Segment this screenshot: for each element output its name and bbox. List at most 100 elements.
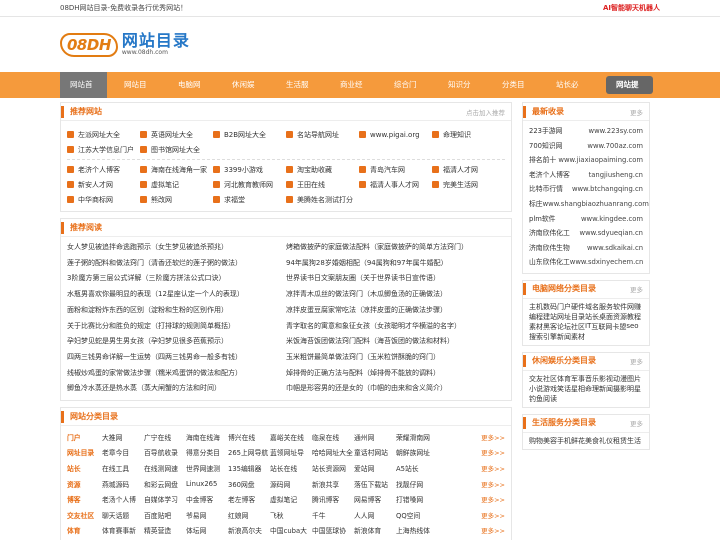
site-link[interactable]: 图书馆网址大全	[140, 142, 213, 157]
category-site-link[interactable]: 百度贴吧	[144, 510, 186, 520]
category-site-link[interactable]: 爱站网	[354, 463, 396, 473]
site-link[interactable]: 王田在线	[286, 177, 359, 192]
more-link[interactable]: 更多>>	[481, 463, 505, 473]
category-link[interactable]: 站长	[585, 312, 599, 322]
article-link[interactable]: 烤箱做披萨的家庭做法配料（家庭做披萨的简单方法窍门）	[286, 243, 468, 251]
category-site-link[interactable]: 新浪共享	[312, 479, 354, 489]
article-link[interactable]: 94年属狗28岁婚姻相配（94属狗和97年属牛婚配）	[286, 259, 448, 267]
category-link[interactable]: 互联网	[591, 322, 612, 332]
category-link[interactable]: 社区	[571, 322, 585, 332]
site-link[interactable]: 江苏大学信息门户	[67, 142, 140, 157]
site-link[interactable]: 熊改网	[140, 192, 213, 207]
article-link[interactable]: 凉拌青木瓜丝的做法窍门（木瓜鲫鱼汤的正确做法）	[286, 290, 447, 298]
nav-item[interactable]: 综合门户	[384, 72, 431, 115]
site-link[interactable]: 淘宝助收藏	[286, 162, 359, 177]
category-site-link[interactable]: 和彩云网盘	[144, 479, 186, 489]
article-link[interactable]: 世界读书日文案朋友圈（关于世界读书日宣传语）	[286, 274, 440, 282]
article-link[interactable]: 米饭海苔饭团做法窍门配料（海苔饭团的做法和材料）	[286, 337, 454, 345]
category-link[interactable]: 论坛	[557, 322, 571, 332]
category-name[interactable]: 网址目录	[67, 447, 102, 457]
category-site-link[interactable]: 中金博客	[186, 494, 228, 504]
category-link[interactable]: 影视	[599, 374, 613, 384]
nav-item[interactable]: 生活服务	[276, 72, 323, 115]
category-site-link[interactable]: 体坛网	[186, 525, 228, 535]
category-link[interactable]: 手机	[557, 436, 571, 446]
article-link[interactable]: 面粉和淀粉炸东西的区别（淀粉和生粉的区别作用）	[67, 306, 228, 314]
nav-item[interactable]: 知识分享	[438, 72, 485, 115]
category-link[interactable]: seo	[626, 322, 638, 332]
category-name[interactable]: 门户	[67, 432, 102, 442]
site-link[interactable]: 左派网址大全	[67, 127, 140, 142]
category-site-link[interactable]: A5站长	[396, 463, 438, 473]
latest-site-item[interactable]: 济南欣伟生物 www.sdkaikai.cn	[529, 241, 643, 256]
category-name[interactable]: 体育	[67, 525, 102, 535]
latest-site-item[interactable]: 比特币行情 www.btchangqing.cn	[529, 182, 643, 197]
category-link[interactable]: 购物	[529, 436, 543, 446]
article-link[interactable]: 巾帼是形容男的还是女的（巾帼的由来和含义简介）	[286, 384, 447, 392]
site-logo[interactable]: 08DH 网站目录 www.08dh.com	[60, 32, 190, 57]
category-link[interactable]: 图片	[627, 374, 641, 384]
category-link[interactable]: 体育	[557, 374, 571, 384]
article-link[interactable]: 线椒炒鸡蛋的家常做法步骤（糯米鸡蛋饼的做法和配方）	[67, 369, 242, 377]
more-link[interactable]: 更多	[630, 418, 643, 428]
category-name[interactable]: 站长	[67, 463, 102, 473]
more-link[interactable]: 更多>>	[481, 447, 505, 457]
nav-item[interactable]: 网站目录	[114, 72, 161, 115]
category-site-link[interactable]: 135编辑器	[228, 463, 270, 473]
category-site-link[interactable]: 燕城源码	[102, 479, 144, 489]
site-link[interactable]: 河北教育教师网	[213, 177, 286, 192]
site-link[interactable]: 英语网址大全	[140, 127, 213, 142]
site-link[interactable]: 青岛汽车网	[359, 162, 432, 177]
latest-site-item[interactable]: 济南欣伟化工 www.sdyueqian.cn	[529, 226, 643, 241]
site-link[interactable]: 求福堂	[213, 192, 286, 207]
category-site-link[interactable]: 中国cuba大	[270, 525, 312, 535]
category-site-link[interactable]: 新浪体育	[354, 525, 396, 535]
category-link[interactable]: 编程	[529, 312, 543, 322]
site-link[interactable]: 美腾姓名测试打分	[286, 192, 359, 207]
category-site-link[interactable]: 世界网速测	[186, 463, 228, 473]
category-link[interactable]: 硬件	[571, 302, 585, 312]
category-link[interactable]: 桌面	[599, 312, 613, 322]
category-site-link[interactable]: 落伍下载站	[354, 479, 396, 489]
category-site-link[interactable]: 体育赛事新	[102, 525, 144, 535]
category-site-link[interactable]: QQ空间	[396, 510, 438, 520]
category-site-link[interactable]: 在线工具	[102, 463, 144, 473]
article-link[interactable]: 玉米粗饼最简单做法窍门（玉米粒饼酥脆的窍门）	[286, 353, 440, 361]
category-site-link[interactable]: 通州网	[354, 432, 396, 442]
article-link[interactable]: 鲫鱼冷水蒸还是热水蒸（蒸大闸蟹的方法和时间）	[67, 384, 221, 392]
category-link[interactable]: 建站	[543, 312, 557, 322]
category-link[interactable]: 资源	[613, 312, 627, 322]
category-site-link[interactable]: 打错嗓网	[396, 494, 438, 504]
site-link[interactable]: 中华商标网	[67, 192, 140, 207]
site-link[interactable]: B2B网址大全	[213, 127, 286, 142]
category-site-link[interactable]: 精英营造	[144, 525, 186, 535]
category-link[interactable]: 美容	[543, 436, 557, 446]
category-site-link[interactable]: 广宁在线	[144, 432, 186, 442]
category-link[interactable]: 军事	[571, 374, 585, 384]
nav-item[interactable]: 商业经济	[330, 72, 377, 115]
category-name[interactable]: 博客	[67, 494, 102, 504]
category-site-link[interactable]: 博兴在线	[228, 432, 270, 442]
category-site-link[interactable]: 聊天话题	[102, 510, 144, 520]
more-link[interactable]: 更多>>	[481, 479, 505, 489]
category-link[interactable]: 鲜花	[571, 436, 585, 446]
category-site-link[interactable]: 老左博客	[228, 494, 270, 504]
latest-site-item[interactable]: 老济个人博客 tangjiusheng.cn	[529, 168, 643, 183]
category-link[interactable]: 动漫	[613, 374, 627, 384]
category-link[interactable]: 新闻	[557, 332, 571, 342]
article-link[interactable]: 女人梦见被追拌命逃跑预示（女生梦见被追杀预兆）	[67, 243, 228, 251]
category-link[interactable]: 摄影	[613, 384, 627, 394]
category-site-link[interactable]: 海南在线海	[186, 432, 228, 442]
nav-item[interactable]: 网站首页	[60, 72, 107, 115]
latest-site-item[interactable]: 山东欣伟化工 www.sdxinyechem.cn	[529, 255, 643, 270]
category-site-link[interactable]: 360网盘	[228, 479, 270, 489]
category-link[interactable]: 星相命理	[571, 384, 599, 394]
category-site-link[interactable]: 站长在线	[270, 463, 312, 473]
site-link[interactable]: 虚拟笔记	[140, 177, 213, 192]
article-link[interactable]: 焯排骨的正确方法与配料（焯排骨不能放的调料）	[286, 369, 440, 377]
category-link[interactable]: 音乐	[585, 374, 599, 384]
category-site-link[interactable]: 265上网导航	[228, 447, 270, 457]
category-site-link[interactable]: 大推网	[102, 432, 144, 442]
article-link[interactable]: 孕妇梦见蛇是男生男女孩（孕妇梦见很多芭蕉预示）	[67, 337, 228, 345]
category-site-link[interactable]: 哈哈网址大全	[312, 447, 354, 457]
